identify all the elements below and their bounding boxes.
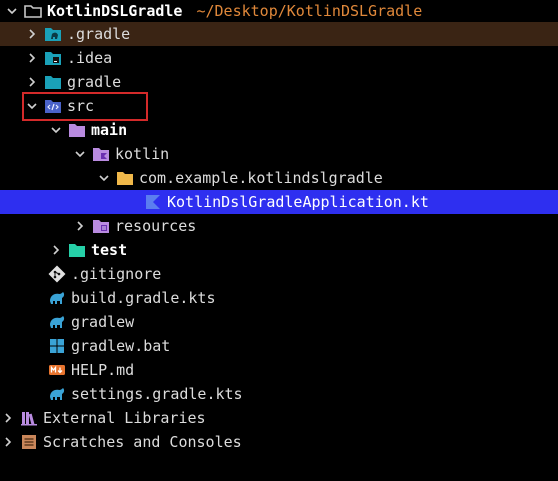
chevron-right-icon[interactable] — [24, 22, 40, 46]
tree-item-gitignore[interactable]: .gitignore — [0, 262, 558, 286]
scratches-icon — [20, 433, 38, 451]
markdown-icon — [48, 361, 66, 379]
tree-label: .gitignore — [71, 265, 162, 283]
gradle-folder-icon — [44, 25, 62, 43]
tree-item-project-root[interactable]: KotlinDSLGradle ~/Desktop/KotlinDSLGradl… — [0, 0, 558, 23]
tree-item-build-gradle[interactable]: build.gradle.kts — [0, 286, 558, 310]
tree-item-package[interactable]: com.example.kotlindslgradle — [0, 166, 558, 190]
tree-item-scratches[interactable]: Scratches and Consoles — [0, 430, 558, 454]
tree-item-gradlew-bat[interactable]: gradlew.bat — [0, 334, 558, 358]
tree-label: kotlin — [115, 145, 170, 163]
gradle-elephant-icon — [48, 385, 66, 403]
test-folder-icon — [68, 241, 86, 259]
tree-item-dot-gradle[interactable]: .gradle — [0, 22, 558, 46]
tree-label: HELP.md — [71, 361, 135, 379]
chevron-right-icon[interactable] — [48, 238, 64, 262]
tree-label: Scratches and Consoles — [43, 433, 242, 451]
folder-icon — [44, 73, 62, 91]
tree-label: External Libraries — [43, 409, 206, 427]
tree-label: com.example.kotlindslgradle — [139, 169, 383, 187]
git-icon — [48, 265, 66, 283]
tree-label: gradle — [67, 73, 122, 91]
gradle-elephant-icon — [48, 313, 66, 331]
package-folder-icon — [116, 169, 134, 187]
tree-label: test — [91, 241, 128, 259]
tree-item-test[interactable]: test — [0, 238, 558, 262]
tree-label: .idea — [67, 49, 113, 67]
tree-label: resources — [115, 217, 197, 235]
library-icon — [20, 409, 38, 427]
project-name: KotlinDSLGradle — [47, 2, 183, 20]
tree-item-app-file[interactable]: KotlinDslGradleApplication.kt — [0, 190, 558, 214]
tree-item-gradlew[interactable]: gradlew — [0, 310, 558, 334]
tree-item-kotlin[interactable]: kotlin — [0, 142, 558, 166]
tree-item-external-libraries[interactable]: External Libraries — [0, 406, 558, 430]
tree-label: gradlew.bat — [71, 337, 171, 355]
tree-item-idea[interactable]: .idea — [0, 46, 558, 70]
project-path: ~/Desktop/KotlinDSLGradle — [196, 2, 423, 20]
chevron-right-icon[interactable] — [72, 214, 88, 238]
kotlin-file-icon — [144, 193, 162, 211]
chevron-down-icon[interactable] — [96, 166, 112, 190]
tree-label: build.gradle.kts — [71, 289, 216, 307]
tree-label: settings.gradle.kts — [71, 385, 243, 403]
chevron-down-icon[interactable] — [48, 118, 64, 142]
highlight-box — [22, 92, 148, 121]
chevron-right-icon[interactable] — [24, 46, 40, 70]
resources-folder-icon — [92, 217, 110, 235]
idea-folder-icon — [44, 49, 62, 67]
tree-label: gradlew — [71, 313, 135, 331]
chevron-down-icon[interactable] — [72, 142, 88, 166]
tree-label: main — [91, 121, 128, 139]
tree-item-gradle[interactable]: gradle — [0, 70, 558, 94]
windows-icon — [48, 337, 66, 355]
tree-item-settings-gradle[interactable]: settings.gradle.kts — [0, 382, 558, 406]
tree-item-main[interactable]: main — [0, 118, 558, 142]
chevron-right-icon[interactable] — [0, 430, 16, 454]
chevron-down-icon[interactable] — [4, 0, 20, 23]
chevron-right-icon[interactable] — [24, 70, 40, 94]
folder-icon — [24, 2, 42, 20]
tree-item-resources[interactable]: resources — [0, 214, 558, 238]
tree-label: .gradle — [67, 25, 131, 43]
tree-label: KotlinDslGradleApplication.kt — [167, 193, 429, 211]
tree-item-help-md[interactable]: HELP.md — [0, 358, 558, 382]
chevron-right-icon[interactable] — [0, 406, 16, 430]
gradle-elephant-icon — [48, 289, 66, 307]
folder-icon — [68, 121, 86, 139]
kotlin-folder-icon — [92, 145, 110, 163]
